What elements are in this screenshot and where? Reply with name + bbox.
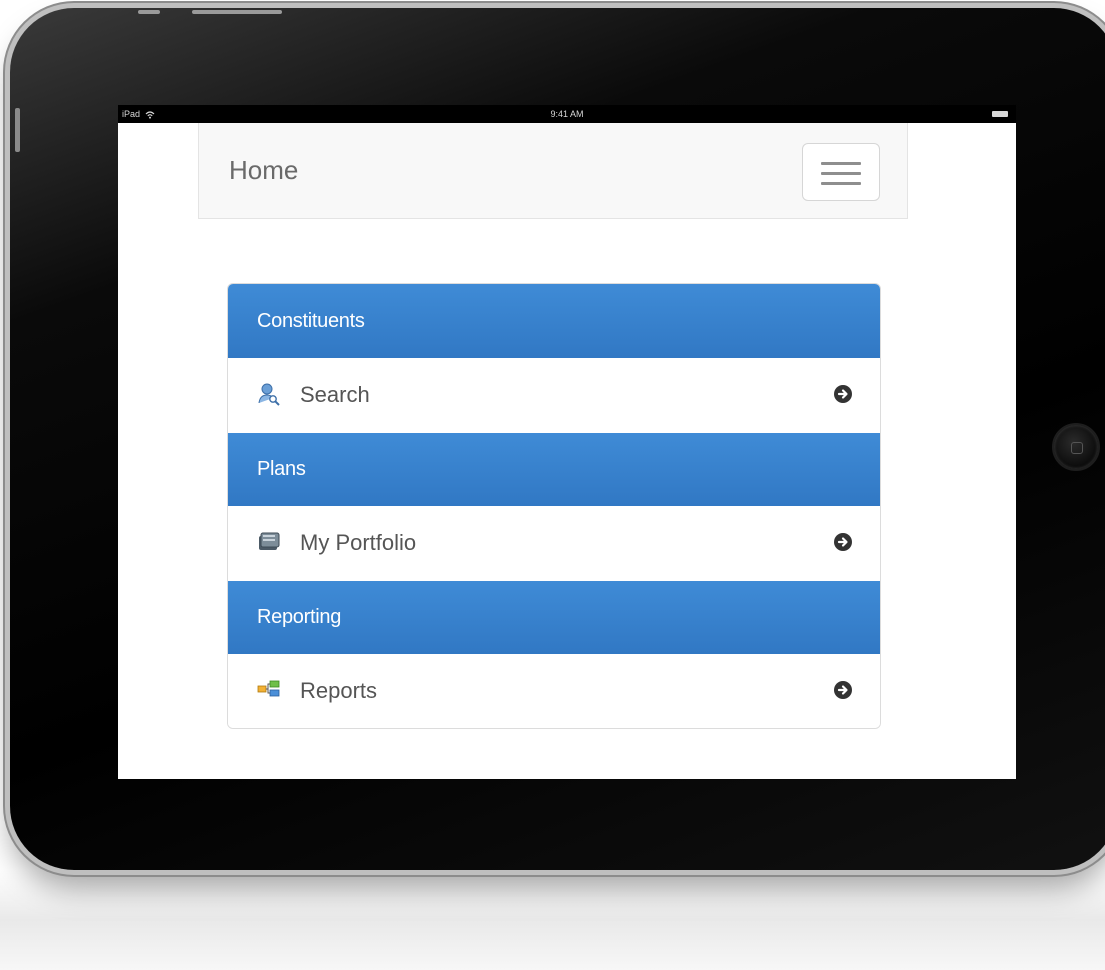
section-header-reporting: Reporting bbox=[228, 581, 880, 654]
list-item-label: Reports bbox=[300, 678, 378, 703]
tablet-screen: iPad 9:41 AM Home Constituents Search Pl… bbox=[118, 105, 1016, 779]
list-item-label: Search bbox=[300, 382, 370, 407]
list-item-reports[interactable]: Reports bbox=[228, 654, 880, 728]
portfolio-icon bbox=[259, 532, 280, 550]
reports-icon bbox=[257, 680, 280, 697]
status-time: 9:41 AM bbox=[550, 109, 584, 119]
hamburger-line bbox=[821, 182, 861, 185]
list-item-my-portfolio[interactable]: My Portfolio bbox=[228, 506, 880, 581]
section-header-constituents: Constituents bbox=[228, 284, 880, 358]
home-button-icon bbox=[1071, 442, 1083, 454]
status-bar: iPad 9:41 AM bbox=[118, 105, 1016, 123]
navigation-panel: Constituents Search Plans My Portfolio R… bbox=[227, 283, 881, 729]
navbar: Home bbox=[198, 123, 908, 219]
side-switch bbox=[15, 108, 20, 152]
hamburger-menu-button[interactable] bbox=[802, 143, 880, 201]
person-search-icon bbox=[258, 383, 280, 406]
battery-icon bbox=[992, 111, 1008, 117]
section-header-plans: Plans bbox=[228, 433, 880, 506]
hamburger-line bbox=[821, 172, 861, 175]
list-item-label: My Portfolio bbox=[300, 530, 417, 555]
list-item-search[interactable]: Search bbox=[228, 358, 880, 433]
home-button[interactable] bbox=[1052, 423, 1100, 471]
top-hardware-buttons bbox=[138, 8, 288, 16]
arrow-right-icon bbox=[834, 681, 852, 699]
reflection-floor bbox=[0, 870, 1105, 970]
arrow-right-icon bbox=[834, 533, 852, 551]
arrow-right-icon bbox=[834, 385, 852, 403]
page-title: Home bbox=[229, 155, 299, 185]
hamburger-menu-icon bbox=[821, 162, 861, 165]
